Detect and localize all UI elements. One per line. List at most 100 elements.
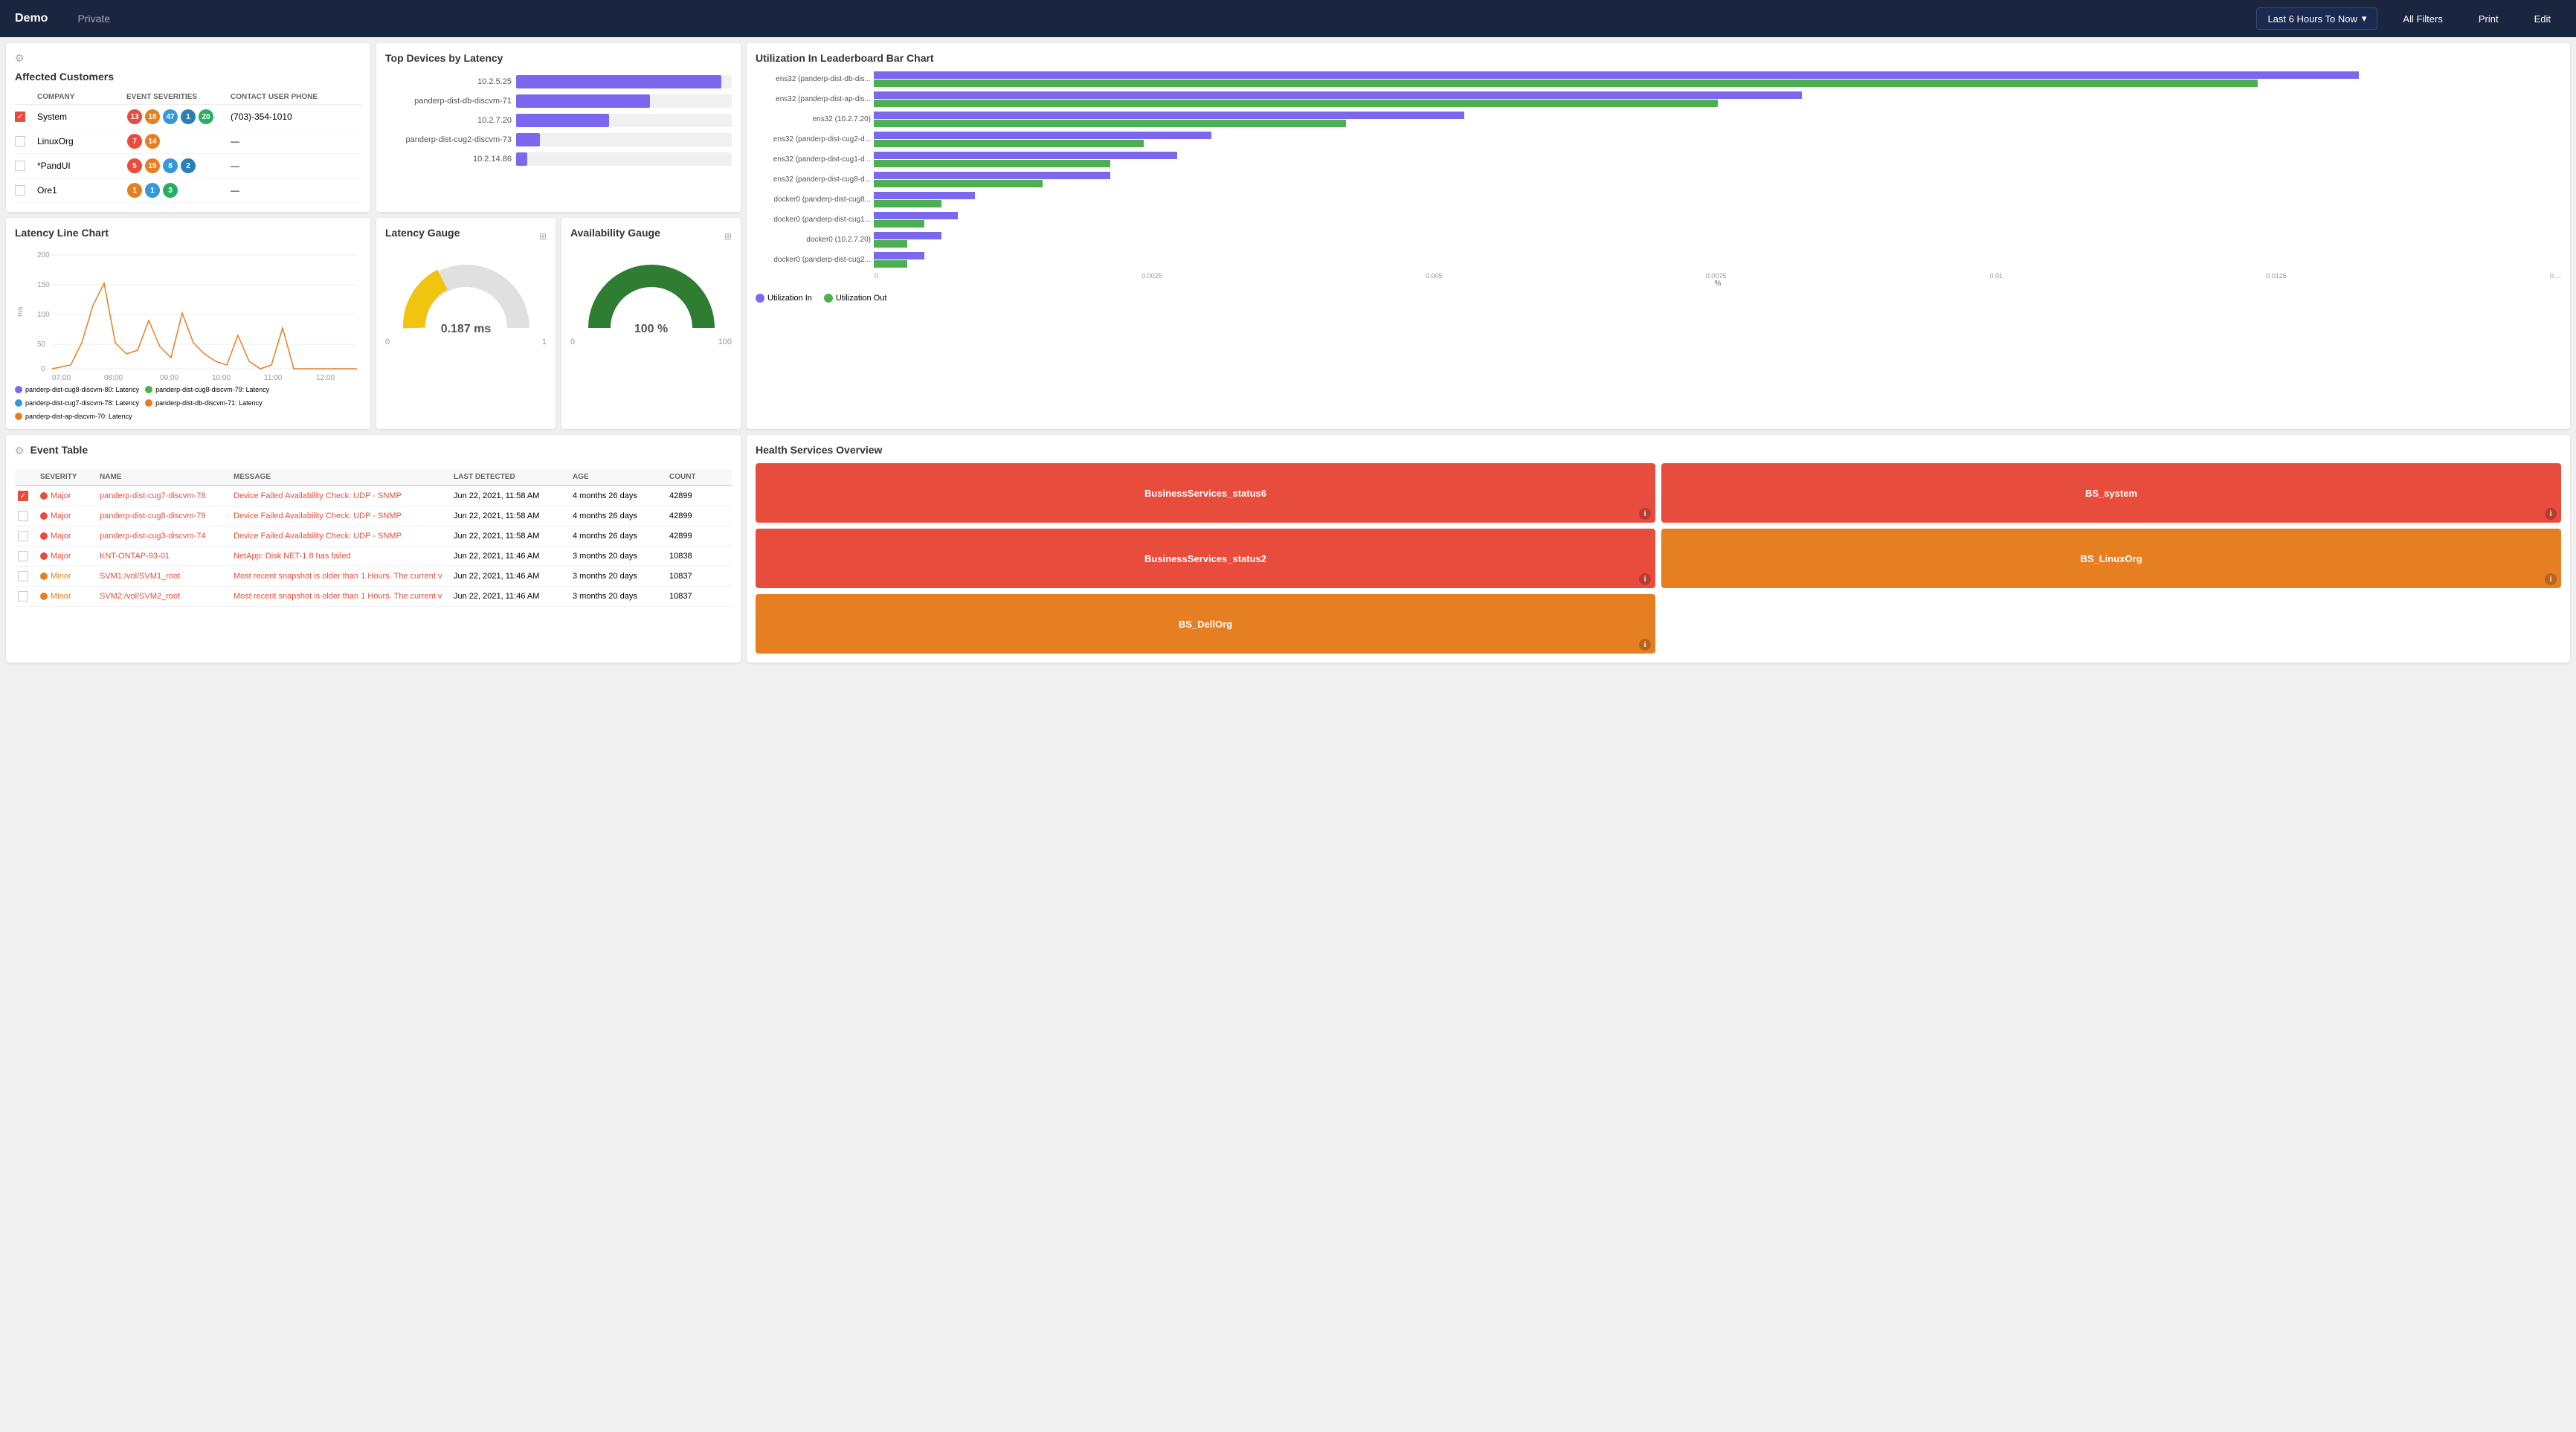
ac-row: *PandUI51582— [15, 154, 361, 178]
util-bar-row: ens32 (panderp-dist-cug1-d... [756, 152, 2561, 167]
health-services-card: Health Services Overview BusinessService… [747, 435, 2570, 662]
util-bar-out [874, 140, 1144, 147]
svg-text:200: 200 [37, 251, 50, 259]
event-table-row: Majorpanderp-dist-cug7-discvm-78Device F… [15, 486, 732, 506]
et-device-name[interactable]: panderp-dist-cug8-discvm-79 [100, 512, 234, 520]
et-checkbox[interactable] [18, 531, 28, 541]
top-devices-title: Top Devices by Latency [385, 52, 732, 64]
ac-severities: 714 [126, 133, 231, 149]
hs-tile-info-icon[interactable]: i [1639, 639, 1651, 651]
availability-gauge-range: 0 100 [570, 338, 732, 346]
et-checkbox[interactable] [18, 551, 28, 561]
affected-customers-header: COMPANY EVENT SEVERITIES CONTACT USER PH… [15, 90, 361, 105]
device-bar-track [516, 133, 732, 146]
print-button[interactable]: Print [2468, 9, 2509, 29]
severity-badge: 8 [163, 158, 178, 173]
util-bar-in [874, 192, 975, 199]
col-age: AGE [573, 473, 669, 481]
et-last-detected: Jun 22, 2021, 11:58 AM [454, 532, 573, 541]
util-bar-in [874, 232, 941, 239]
grid-icon-latency[interactable]: ⊞ [539, 231, 547, 242]
ac-phone: — [231, 161, 361, 171]
severity-dot-icon [40, 512, 48, 520]
latency-gauge-range: 0 1 [385, 338, 547, 346]
util-bar-row: ens32 (panderp-dist-ap-dis... [756, 91, 2561, 107]
et-device-name[interactable]: SVM1:/vol/SVM1_root [100, 572, 234, 581]
util-bar-in [874, 91, 1802, 99]
et-last-detected: Jun 22, 2021, 11:58 AM [454, 512, 573, 520]
util-bar-in [874, 212, 958, 219]
edit-button[interactable]: Edit [2524, 9, 2561, 29]
hs-tile[interactable]: BS_DellOrgi [756, 594, 1655, 654]
utilization-card: Utilization In Leaderboard Bar Chart ens… [747, 43, 2570, 429]
legend-in-label: Utilization In [767, 294, 812, 303]
et-device-name[interactable]: panderp-dist-cug3-discvm-74 [100, 532, 234, 541]
hs-tile-info-icon[interactable]: i [1639, 573, 1651, 585]
settings-icon[interactable]: ⚙ [15, 52, 25, 65]
hs-tile-label: BS_LinuxOrg [2080, 553, 2142, 564]
all-filters-button[interactable]: All Filters [2392, 9, 2453, 29]
ac-row: System131847120(703)-354-1010 [15, 105, 361, 129]
ac-checkbox[interactable] [15, 161, 25, 171]
hs-tile-info-icon[interactable]: i [2545, 573, 2557, 585]
et-checkbox[interactable] [18, 491, 28, 501]
device-bar-label: panderp-dist-db-discvm-71 [385, 97, 512, 106]
ac-checkbox[interactable] [15, 185, 25, 196]
device-bar-fill [516, 114, 609, 127]
hs-tile-label: BusinessServices_status2 [1144, 553, 1266, 564]
device-bar-label: 10.2.7.20 [385, 116, 512, 125]
util-bar-in [874, 252, 924, 259]
hs-tile[interactable]: BusinessServices_status2i [756, 529, 1655, 588]
et-device-name[interactable]: KNT-ONTAP-93-01 [100, 552, 234, 561]
hs-tile[interactable]: BS_systemi [1661, 463, 2561, 523]
device-bar-fill [516, 94, 650, 108]
util-bar-row: ens32 (panderp-dist-cug2-d... [756, 132, 2561, 147]
et-checkbox[interactable] [18, 591, 28, 601]
et-last-detected: Jun 22, 2021, 11:58 AM [454, 491, 573, 500]
util-bar-row: docker0 (10.2.7.20) [756, 232, 2561, 248]
hs-tile[interactable]: BusinessServices_status6i [756, 463, 1655, 523]
et-device-name[interactable]: panderp-dist-cug7-discvm-78 [100, 491, 234, 500]
severity-badge: 18 [145, 109, 160, 124]
severity-dot-icon [40, 492, 48, 500]
time-filter-button[interactable]: Last 6 Hours To Now ▾ [2256, 7, 2377, 30]
et-checkbox[interactable] [18, 571, 28, 581]
et-age: 3 months 20 days [573, 592, 669, 601]
util-bar-out [874, 120, 1346, 127]
grid-icon-avail[interactable]: ⊞ [724, 231, 732, 242]
et-checkbox[interactable] [18, 511, 28, 521]
availability-gauge-card: Availability Gauge ⊞ 100 % 0 100 [561, 218, 741, 429]
et-device-name[interactable]: SVM2:/vol/SVM2_root [100, 592, 234, 601]
device-bar-fill [516, 133, 540, 146]
availability-gauge-title: Availability Gauge [570, 227, 660, 239]
util-bars-group [874, 192, 2561, 207]
util-bars-group [874, 132, 2561, 147]
col-company: COMPANY [37, 93, 126, 101]
util-bars-group [874, 212, 2561, 228]
event-table-card: ⚙ Event Table SEVERITY NAME MESSAGE LAST… [6, 435, 741, 662]
hs-tile[interactable]: BS_LinuxOrgi [1661, 529, 2561, 588]
severity-badge: 3 [163, 183, 178, 198]
et-age: 3 months 20 days [573, 552, 669, 561]
ac-severities: 131847120 [126, 109, 231, 125]
svg-text:07:00: 07:00 [52, 374, 71, 380]
util-bar-out [874, 240, 907, 248]
device-bar-fill [516, 75, 721, 88]
hs-tile-label: BusinessServices_status6 [1144, 488, 1266, 499]
affected-customers-rows: System131847120(703)-354-1010LinuxOrg714… [15, 105, 361, 203]
ac-severities: 113 [126, 182, 231, 199]
latency-line-title: Latency Line Chart [15, 227, 361, 239]
et-severity: Major [40, 532, 100, 541]
col-last-detected: LAST DETECTED [454, 473, 573, 481]
ac-checkbox[interactable] [15, 112, 25, 122]
legend-in-dot [756, 294, 764, 303]
ac-checkbox[interactable] [15, 136, 25, 146]
util-bar-in [874, 172, 1110, 179]
device-bar-row: panderp-dist-cug2-discvm-73 [385, 133, 732, 146]
latency-gauge-title: Latency Gauge [385, 227, 460, 239]
et-age: 3 months 20 days [573, 572, 669, 581]
hs-tile-info-icon[interactable]: i [2545, 508, 2557, 520]
event-table-settings-icon[interactable]: ⚙ [15, 445, 25, 457]
hs-tile-info-icon[interactable]: i [1639, 508, 1651, 520]
latency-gauge-card: Latency Gauge ⊞ 0.187 ms 0 1 [376, 218, 556, 429]
